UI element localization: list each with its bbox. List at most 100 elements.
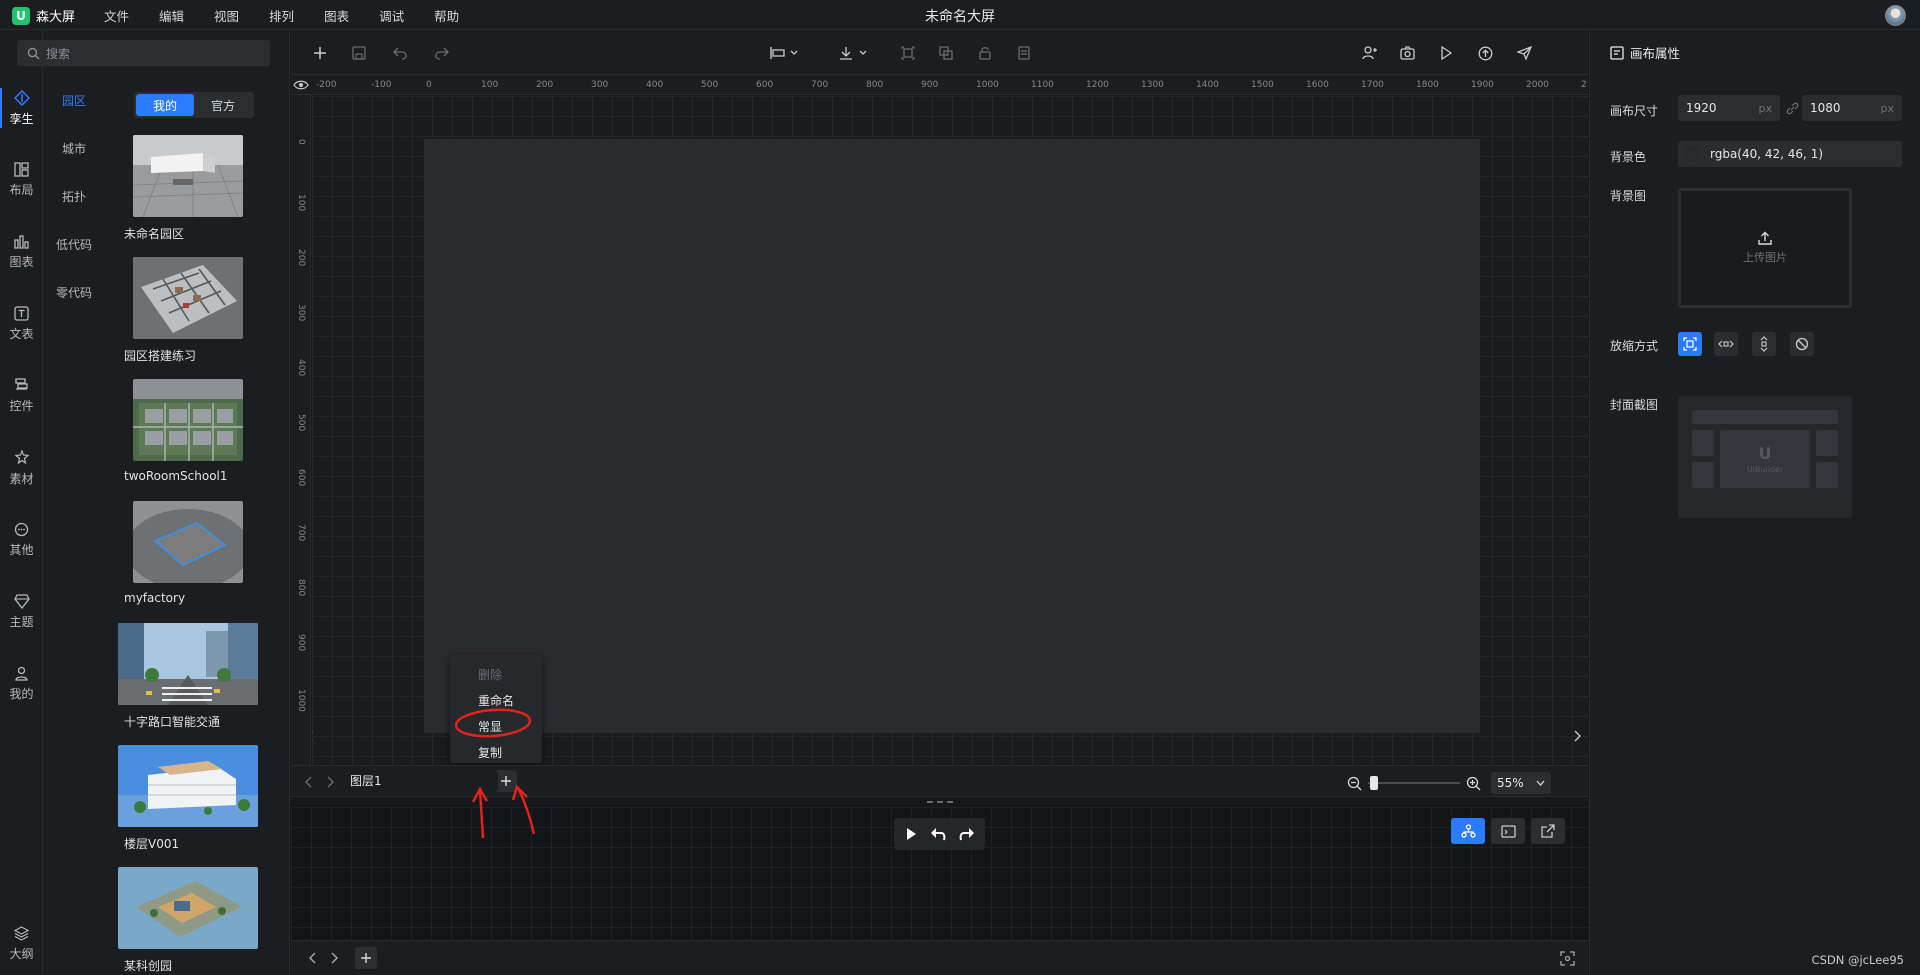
- collaborator-button[interactable]: [1358, 42, 1380, 64]
- menu-item-copy[interactable]: 复制: [478, 744, 502, 761]
- user-avatar[interactable]: [1885, 5, 1906, 26]
- stage-prev-button[interactable]: [312, 726, 320, 746]
- scale-fit-button[interactable]: [1678, 332, 1702, 356]
- screen-canvas[interactable]: [424, 139, 1480, 733]
- menu-item-always-show[interactable]: 常显: [478, 718, 502, 735]
- step-back-icon[interactable]: [930, 827, 946, 841]
- color-swatch[interactable]: [1684, 146, 1700, 162]
- menu-edit[interactable]: 编辑: [159, 6, 184, 25]
- layer-tab[interactable]: 图层1: [350, 772, 498, 790]
- group-button[interactable]: [897, 42, 919, 64]
- align-dropdown[interactable]: [767, 42, 803, 64]
- menu-file[interactable]: 文件: [104, 6, 129, 25]
- bottom-bar: [291, 940, 1588, 975]
- rail-item-material[interactable]: 素材: [0, 440, 43, 496]
- asset-name: myfactory: [124, 591, 186, 605]
- width-value: 1920: [1686, 101, 1717, 115]
- preview-button[interactable]: [1435, 42, 1457, 64]
- add-button[interactable]: [309, 42, 331, 64]
- menu-item-rename[interactable]: 重命名: [478, 692, 514, 709]
- ruler-tick-label: 2000: [1526, 80, 1549, 90]
- subnav-park[interactable]: 园区: [43, 92, 105, 109]
- scale-width-button[interactable]: [1714, 332, 1738, 356]
- console-view-button[interactable]: [1491, 818, 1525, 844]
- asset-card[interactable]: 十字路口智能交通: [118, 623, 264, 730]
- link-icon[interactable]: [1786, 102, 1799, 115]
- asset-card[interactable]: 楼层V001: [118, 745, 264, 852]
- search-input[interactable]: 搜索: [17, 40, 270, 66]
- stage-next-button[interactable]: [1567, 726, 1587, 746]
- layer-prev-icon[interactable]: [305, 776, 313, 788]
- redo-button[interactable]: [431, 42, 453, 64]
- menu-chart[interactable]: 图表: [324, 6, 349, 25]
- ungroup-button[interactable]: [935, 42, 957, 64]
- rail-item-mine[interactable]: 我的: [0, 656, 43, 712]
- publish-button[interactable]: [1474, 42, 1496, 64]
- chevron-left-icon[interactable]: [309, 952, 317, 964]
- canvas-height-field[interactable]: 1080 px: [1802, 95, 1902, 121]
- app-logo[interactable]: U 森大屏: [12, 6, 75, 25]
- add-scene-button[interactable]: [355, 947, 377, 969]
- eye-icon[interactable]: [293, 79, 309, 91]
- node-view-button[interactable]: [1451, 818, 1485, 844]
- play-icon[interactable]: [904, 827, 918, 841]
- asset-card[interactable]: twoRoomSchool1: [124, 379, 264, 483]
- zoom-select[interactable]: 55%: [1491, 772, 1551, 794]
- canvas-width-field[interactable]: 1920 px: [1678, 95, 1780, 121]
- bg-image-upload[interactable]: 上传图片: [1678, 188, 1852, 308]
- segment-official[interactable]: 官方: [194, 94, 252, 116]
- distribute-dropdown[interactable]: [836, 42, 872, 64]
- add-layer-button[interactable]: [495, 770, 517, 792]
- asset-card[interactable]: 未命名园区: [124, 135, 264, 242]
- app-name: 森大屏: [36, 10, 76, 25]
- rail-label: 我的: [9, 687, 34, 701]
- open-external-button[interactable]: [1531, 818, 1565, 844]
- rail-item-more[interactable]: 其他: [0, 512, 43, 568]
- asset-card[interactable]: 园区搭建练习: [124, 257, 264, 364]
- asset-card[interactable]: 某科创园: [118, 867, 264, 974]
- resize-handle[interactable]: [927, 801, 953, 805]
- undo-button[interactable]: [389, 42, 411, 64]
- save-button[interactable]: [348, 42, 370, 64]
- rail-item-text[interactable]: 文表: [0, 296, 43, 352]
- share-button[interactable]: [1513, 42, 1535, 64]
- segment-mine[interactable]: 我的: [136, 94, 194, 116]
- menu-debug[interactable]: 调试: [379, 6, 404, 25]
- rail-item-chart[interactable]: 图表: [0, 224, 43, 280]
- zoom-slider-handle[interactable]: [1369, 776, 1378, 790]
- vertical-ruler: 0 100 200 300 400 500 600 700 800 900 1000: [291, 95, 311, 765]
- zoom-in-icon[interactable]: [1466, 776, 1481, 791]
- rail-item-widget[interactable]: 控件: [0, 368, 43, 424]
- lock-button[interactable]: [974, 42, 996, 64]
- chevron-right-icon[interactable]: [330, 952, 338, 964]
- rail-item-twin[interactable]: 孪生: [0, 80, 43, 136]
- screenshot-button[interactable]: [1396, 42, 1418, 64]
- subnav-low-code[interactable]: 低代码: [43, 236, 105, 253]
- subnav-topology[interactable]: 拓扑: [43, 188, 105, 205]
- menu-view[interactable]: 视图: [214, 6, 239, 25]
- rail-item-layout[interactable]: 布局: [0, 152, 43, 208]
- playback-controls: [894, 818, 985, 850]
- timeline-view-buttons: [1451, 818, 1565, 844]
- subnav-zero-code[interactable]: 零代码: [43, 284, 105, 301]
- scale-height-button[interactable]: [1752, 332, 1776, 356]
- notes-button[interactable]: [1013, 42, 1035, 64]
- step-forward-icon[interactable]: [959, 827, 975, 841]
- zoom-slider[interactable]: [1368, 776, 1460, 790]
- menu-item-delete[interactable]: 删除: [478, 666, 502, 683]
- rail-item-outline[interactable]: 大纲: [0, 916, 43, 972]
- menu-arrange[interactable]: 排列: [269, 6, 294, 25]
- menu-help[interactable]: 帮助: [434, 6, 459, 25]
- subnav-city[interactable]: 城市: [43, 140, 105, 157]
- cover-screenshot[interactable]: U UIBuilder: [1678, 396, 1852, 518]
- scale-none-button[interactable]: [1790, 332, 1814, 356]
- zoom-out-icon[interactable]: [1347, 776, 1362, 791]
- ruler-tick-label: 21: [1581, 80, 1588, 90]
- layer-next-icon[interactable]: [326, 776, 334, 788]
- asset-card[interactable]: myfactory: [124, 501, 264, 605]
- upload-circle-icon: [1478, 46, 1492, 60]
- height-value: 1080: [1810, 101, 1841, 115]
- rail-item-theme[interactable]: 主题: [0, 584, 43, 640]
- focus-icon[interactable]: [1560, 951, 1575, 966]
- bg-color-field[interactable]: rgba(40, 42, 46, 1): [1678, 141, 1902, 167]
